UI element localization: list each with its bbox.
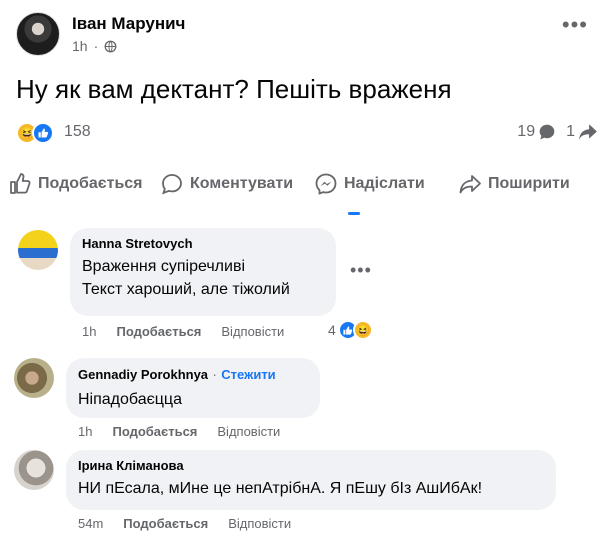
send-label: Надіслати	[344, 175, 425, 192]
haha-reaction-icon: 😆	[352, 320, 373, 340]
divider-accent	[348, 212, 360, 215]
comment-line: Текст хароший, але тіжолий	[82, 281, 290, 298]
comment-bubble: Hanna Stretovych Враження супіречливі Те…	[70, 228, 336, 316]
reaction-count[interactable]: 158	[64, 123, 91, 141]
commenter-name[interactable]: Hanna Stretovych	[82, 236, 324, 251]
comment-item: Hanna Stretovych Враження супіречливі Те…	[18, 228, 608, 350]
comment-text: Ніпадобаєцца	[78, 391, 182, 408]
like-button[interactable]: Подобається	[8, 172, 143, 196]
comment-like-button[interactable]: Подобається	[112, 424, 197, 439]
commenter-line: Gennadiy Porokhnya · Стежити	[78, 366, 308, 384]
author-name[interactable]: Іван Марунич	[72, 14, 185, 34]
send-button[interactable]: Надіслати	[314, 172, 425, 196]
avatar[interactable]	[14, 358, 54, 398]
share-button[interactable]: Поширити	[458, 172, 570, 196]
comment-reply-button[interactable]: Відповісти	[221, 324, 284, 339]
comment-reaction-count: 4	[328, 322, 336, 338]
globe-icon	[104, 40, 117, 52]
commenter-name[interactable]: Ірина Кліманова	[78, 458, 544, 473]
messenger-icon	[315, 173, 337, 195]
comment-meta: 54m Подобається Відповісти	[78, 516, 291, 531]
comment-label: Коментувати	[190, 175, 294, 192]
post-header: Іван Марунич 1h ·	[16, 12, 185, 56]
comment-like-button[interactable]: Подобається	[116, 324, 201, 339]
author-block: Іван Марунич 1h ·	[72, 14, 185, 54]
comment-bubble: Ірина Кліманова НИ пЕсала, мИне це непАт…	[66, 450, 556, 510]
comments-stat[interactable]: 19	[517, 123, 556, 141]
comment-reply-button[interactable]: Відповісти	[217, 424, 280, 439]
share-icon	[459, 175, 481, 194]
avatar[interactable]	[16, 12, 60, 56]
separator: ·	[212, 367, 217, 382]
reaction-icons[interactable]: 😆	[16, 120, 58, 144]
follow-link[interactable]: Стежити	[221, 367, 275, 382]
comment-options-icon[interactable]: •••	[350, 260, 372, 281]
avatar[interactable]	[18, 230, 58, 270]
reactions-summary: 😆 158 19 1	[16, 118, 598, 146]
comment-time[interactable]: 54m	[78, 516, 103, 531]
share-arrow-icon	[579, 124, 597, 140]
comment-bubble: Gennadiy Porokhnya · Стежити Ніпадобаєцц…	[66, 358, 320, 418]
avatar[interactable]	[14, 450, 54, 490]
comment-text: Враження супіречливі Текст хароший, але …	[82, 255, 324, 301]
share-label: Поширити	[488, 175, 570, 192]
thumbs-up-icon	[10, 173, 31, 194]
comment-time[interactable]: 1h	[82, 324, 96, 339]
comment-text: НИ пЕсала, мИне це непАтрібнА. Я пЕшу бІ…	[78, 480, 483, 497]
shares-count: 1	[566, 123, 575, 140]
comment-line: Враження супіречливі	[82, 258, 245, 275]
commenter-name[interactable]: Gennadiy Porokhnya	[78, 367, 208, 382]
comment-reactions[interactable]: 4 😆	[328, 320, 373, 340]
post-text: Ну як вам дектант? Пешіть враженя	[16, 74, 452, 104]
post-meta: 1h ·	[72, 38, 185, 54]
like-label: Подобається	[38, 175, 143, 192]
shares-stat[interactable]: 1	[566, 123, 598, 141]
comment-meta: 1h Подобається Відповісти	[78, 424, 280, 439]
like-reaction-icon	[32, 122, 54, 144]
action-bar: Подобається Коментувати Надіслати Пошири…	[0, 162, 610, 206]
comments-count: 19	[517, 123, 536, 140]
more-options-icon[interactable]: •••	[562, 14, 588, 36]
comment-time[interactable]: 1h	[78, 424, 92, 439]
comment-item: Ірина Кліманова НИ пЕсала, мИне це непАт…	[14, 450, 604, 536]
post-time[interactable]: 1h	[72, 38, 88, 54]
comment-bubble-icon	[539, 124, 555, 140]
comment-item: Gennadiy Porokhnya · Стежити Ніпадобаєцц…	[14, 358, 604, 448]
comment-like-button[interactable]: Подобається	[123, 516, 208, 531]
post-stats: 19 1	[517, 123, 598, 141]
comment-meta: 1h Подобається Відповісти	[82, 324, 284, 339]
comment-button[interactable]: Коментувати	[160, 172, 293, 196]
comment-icon	[162, 174, 182, 195]
comment-reply-button[interactable]: Відповісти	[228, 516, 291, 531]
